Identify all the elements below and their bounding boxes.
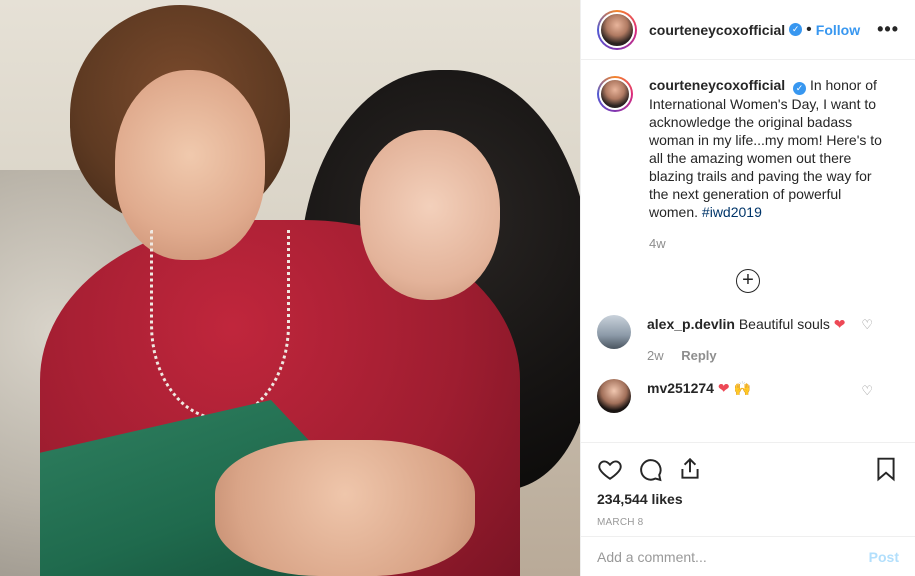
post-date[interactable]: MARCH 8 bbox=[597, 517, 899, 528]
verified-badge-icon: ✓ bbox=[789, 23, 803, 36]
photo-pearl-necklace bbox=[150, 230, 290, 420]
caption-text: In honor of International Women's Day, I… bbox=[649, 77, 882, 220]
post-button[interactable]: Post bbox=[869, 549, 899, 565]
add-comment-input[interactable] bbox=[597, 548, 869, 565]
load-more-comments: + bbox=[597, 269, 899, 293]
comment-text: Beautiful souls bbox=[738, 316, 830, 332]
action-bar: 234,544 likes MARCH 8 bbox=[581, 442, 915, 536]
commenter-avatar[interactable] bbox=[597, 315, 631, 349]
instagram-post: courteneycoxofficial ✓ • Follow ••• cour… bbox=[0, 0, 915, 576]
comment-item: alex_p.devlin Beautiful souls ❤ 2w Reply… bbox=[597, 315, 899, 365]
comment-username[interactable]: alex_p.devlin bbox=[647, 316, 735, 332]
plus-circle-icon[interactable]: + bbox=[736, 269, 760, 293]
post-header: courteneycoxofficial ✓ • Follow ••• bbox=[581, 0, 915, 60]
bookmark-icon[interactable] bbox=[873, 456, 899, 482]
caption-time[interactable]: 4w bbox=[649, 236, 666, 251]
comment-item: mv251274 ❤ 🙌 ♡ bbox=[597, 379, 899, 413]
comment-like-heart-icon[interactable]: ♡ bbox=[861, 317, 873, 333]
header-avatar[interactable] bbox=[597, 9, 637, 50]
caption-username[interactable]: courteneycoxofficial bbox=[649, 77, 785, 93]
header-separator: • bbox=[806, 20, 812, 38]
photo-person-right-face bbox=[360, 130, 500, 300]
post-side-panel: courteneycoxofficial ✓ • Follow ••• cour… bbox=[580, 0, 915, 576]
comment-icon[interactable] bbox=[637, 456, 663, 482]
add-comment-bar: Post bbox=[581, 536, 915, 576]
more-options-icon[interactable]: ••• bbox=[877, 19, 899, 40]
likes-count[interactable]: 234,544 likes bbox=[597, 491, 899, 507]
emoji-text: ❤ 🙌 bbox=[717, 380, 751, 396]
comment-username[interactable]: mv251274 bbox=[647, 380, 714, 396]
follow-button[interactable]: Follow bbox=[816, 22, 860, 38]
heart-icon[interactable] bbox=[597, 456, 623, 482]
comments-section[interactable]: courteneycoxofficial ✓ In honor of Inter… bbox=[581, 60, 915, 442]
comment-like-heart-icon[interactable]: ♡ bbox=[861, 383, 873, 399]
caption-avatar[interactable] bbox=[597, 76, 633, 112]
header-username[interactable]: courteneycoxofficial bbox=[649, 22, 785, 38]
comment-time[interactable]: 2w bbox=[647, 348, 664, 363]
caption: courteneycoxofficial ✓ In honor of Inter… bbox=[597, 76, 899, 253]
photo-hands bbox=[215, 440, 475, 576]
verified-badge-icon: ✓ bbox=[793, 82, 807, 95]
share-icon[interactable] bbox=[677, 456, 703, 482]
commenter-avatar[interactable] bbox=[597, 379, 631, 413]
caption-hashtag[interactable]: #iwd2019 bbox=[702, 204, 762, 220]
reply-button[interactable]: Reply bbox=[681, 348, 716, 363]
heart-emoji: ❤ bbox=[833, 316, 846, 332]
post-photo[interactable] bbox=[0, 0, 580, 576]
